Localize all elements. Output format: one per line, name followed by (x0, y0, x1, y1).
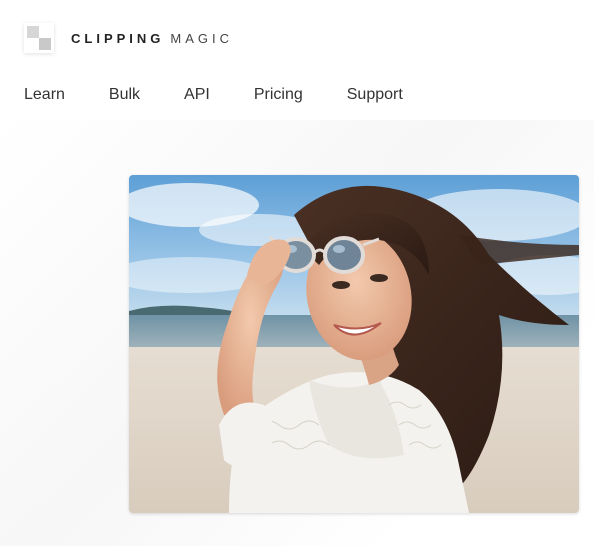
page: CLIPPING MAGIC Learn Bulk API Pricing Sup… (0, 0, 594, 546)
nav-item-learn[interactable]: Learn (24, 86, 65, 104)
nav-item-api[interactable]: API (184, 86, 210, 104)
brand-name[interactable]: CLIPPING MAGIC (71, 31, 233, 46)
nav-item-bulk[interactable]: Bulk (109, 86, 140, 104)
hero-image (129, 175, 579, 513)
logo-square (27, 26, 39, 38)
hero-photo (129, 175, 579, 513)
brand-name-light: MAGIC (170, 30, 234, 46)
logo-square (27, 38, 39, 50)
nav-item-support[interactable]: Support (347, 86, 403, 104)
logo-square (39, 38, 51, 50)
logo-square (39, 26, 51, 38)
logo-icon[interactable] (24, 23, 54, 53)
brand-name-bold: CLIPPING (71, 30, 165, 46)
header: CLIPPING MAGIC (24, 22, 233, 54)
nav-item-pricing[interactable]: Pricing (254, 86, 303, 104)
main-nav: Learn Bulk API Pricing Support (24, 86, 403, 104)
